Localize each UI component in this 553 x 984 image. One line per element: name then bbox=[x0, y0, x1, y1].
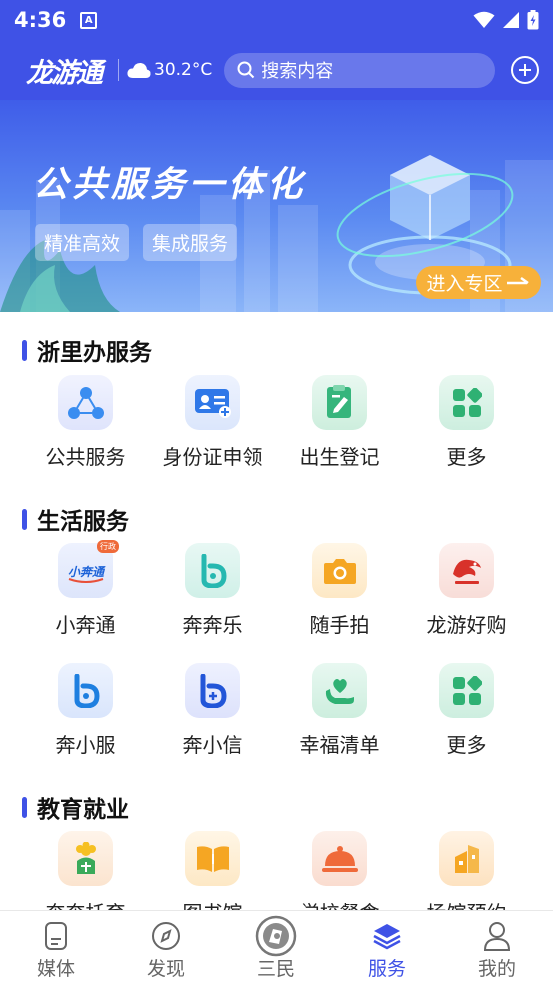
section-education-header: 教育就业 bbox=[22, 790, 129, 824]
enter-zone-label: 进入专区 bbox=[426, 273, 503, 295]
service-benxiaofu[interactable]: 奔小服 bbox=[22, 663, 149, 758]
tab-label: 服务 bbox=[367, 958, 406, 980]
layers-icon bbox=[373, 924, 401, 950]
section-life-header: 生活服务 bbox=[22, 502, 129, 536]
childcare-icon bbox=[58, 831, 113, 886]
id-card-icon bbox=[185, 375, 240, 430]
bottom-tab-bar: 媒体 发现 三民 服务 我的 bbox=[0, 910, 553, 984]
service-more-life[interactable]: 更多 bbox=[403, 663, 530, 758]
notification-a-icon: A bbox=[80, 11, 98, 29]
service-label: 随手拍 bbox=[309, 613, 370, 637]
wifi-icon bbox=[473, 11, 495, 28]
section-accent-bar bbox=[22, 339, 27, 361]
tab-discover[interactable]: 发现 bbox=[111, 911, 221, 981]
section-title: 浙里办服务 bbox=[37, 340, 152, 366]
venue-icon bbox=[439, 831, 494, 886]
service-benxiaoxin[interactable]: 奔小信 bbox=[149, 663, 276, 758]
section-accent-bar bbox=[22, 796, 27, 818]
benxiaofu-icon bbox=[58, 663, 113, 718]
media-icon bbox=[45, 922, 67, 950]
network-icon bbox=[58, 375, 113, 430]
service-label: 龙游好购 bbox=[426, 613, 507, 637]
camera-icon bbox=[312, 543, 367, 598]
service-id-card[interactable]: 身份证申领 bbox=[149, 375, 276, 470]
service-label: 小奔通 bbox=[55, 613, 116, 637]
tab-label: 我的 bbox=[477, 958, 516, 980]
service-more-zheliban[interactable]: 更多 bbox=[403, 375, 530, 470]
banner-tag-integrated: 集成服务 bbox=[143, 224, 238, 261]
service-label: 奔小服 bbox=[55, 733, 116, 757]
tab-media[interactable]: 媒体 bbox=[1, 911, 111, 981]
service-label: 身份证申领 bbox=[162, 445, 263, 469]
service-longyou-shop[interactable]: 龙游好购 bbox=[403, 543, 530, 638]
service-public[interactable]: 公共服务 bbox=[22, 375, 149, 470]
header-divider bbox=[118, 59, 119, 81]
status-bar: 4:36 A bbox=[0, 0, 553, 40]
dragon-shop-icon bbox=[439, 543, 494, 598]
banner-title: 公共服务一体化 bbox=[33, 165, 307, 205]
add-button[interactable] bbox=[511, 56, 540, 84]
arrow-right-icon bbox=[506, 276, 529, 284]
service-snapshot[interactable]: 随手拍 bbox=[276, 543, 403, 638]
service-label: 更多 bbox=[446, 733, 487, 757]
benxiaoxin-icon bbox=[185, 663, 240, 718]
book-icon bbox=[185, 831, 240, 886]
sanmin-icon bbox=[255, 915, 297, 957]
section-title: 教育就业 bbox=[37, 797, 129, 823]
enter-zone-button[interactable]: 进入专区 bbox=[416, 266, 541, 299]
service-label: 幸福清单 bbox=[299, 733, 380, 757]
weather-temperature: 30.2°C bbox=[154, 60, 213, 80]
section-accent-bar bbox=[22, 508, 27, 530]
benbenle-icon bbox=[185, 543, 240, 598]
section-zheliban-header: 浙里办服务 bbox=[22, 333, 152, 367]
tab-label: 媒体 bbox=[36, 958, 75, 980]
tab-label: 三民 bbox=[256, 958, 295, 980]
meal-icon bbox=[312, 831, 367, 886]
promo-banner[interactable]: 公共服务一体化 精准高效 集成服务 进入专区 bbox=[0, 100, 553, 312]
status-time: 4:36 bbox=[14, 8, 67, 32]
service-birth-register[interactable]: 出生登记 bbox=[276, 375, 403, 470]
service-xiaobentong[interactable]: 小奔通 行政 小奔通 bbox=[22, 540, 149, 638]
cloud-icon bbox=[127, 62, 151, 78]
service-label: 出生登记 bbox=[299, 445, 380, 469]
service-benbenle[interactable]: 奔奔乐 bbox=[149, 543, 276, 638]
service-label: 奔奔乐 bbox=[182, 613, 243, 637]
heart-phone-icon bbox=[312, 663, 367, 718]
xiaobentong-logo-icon: 小奔通 行政 bbox=[58, 540, 119, 598]
service-label: 公共服务 bbox=[45, 445, 126, 469]
app-header: 龙游通 30.2°C 搜索内容 bbox=[0, 40, 553, 100]
user-icon bbox=[483, 922, 511, 951]
battery-icon bbox=[527, 10, 539, 30]
app-logo: 龙游通 bbox=[26, 57, 103, 89]
weather-widget[interactable]: 30.2°C bbox=[127, 60, 212, 80]
grid-icon bbox=[439, 375, 494, 430]
service-label: 奔小信 bbox=[182, 733, 243, 757]
banner-tag-precise: 精准高效 bbox=[35, 224, 130, 261]
tab-mine[interactable]: 我的 bbox=[442, 911, 552, 981]
grid-icon bbox=[439, 663, 494, 718]
search-placeholder: 搜索内容 bbox=[261, 61, 334, 82]
search-input[interactable]: 搜索内容 bbox=[224, 52, 496, 88]
register-icon bbox=[312, 375, 367, 430]
search-icon bbox=[237, 61, 255, 79]
compass-icon bbox=[152, 922, 180, 950]
service-happiness-list[interactable]: 幸福清单 bbox=[276, 663, 403, 758]
svg-text:小奔通: 小奔通 bbox=[67, 565, 105, 579]
tab-sanmin[interactable]: 三民 bbox=[221, 911, 331, 981]
section-title: 生活服务 bbox=[37, 509, 129, 535]
tab-label: 发现 bbox=[146, 958, 185, 980]
signal-icon bbox=[503, 12, 519, 28]
xiaobentong-badge: 行政 bbox=[97, 540, 119, 553]
tab-service[interactable]: 服务 bbox=[332, 911, 442, 981]
service-label: 更多 bbox=[446, 445, 487, 469]
